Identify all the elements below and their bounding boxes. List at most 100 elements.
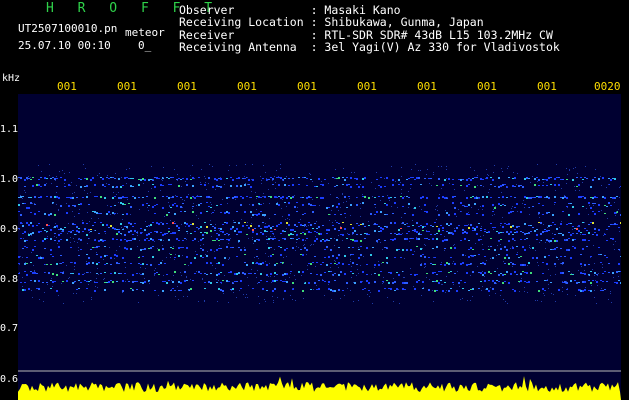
spectrogram-pixel — [420, 225, 422, 226]
spectrogram-pixel — [356, 234, 358, 235]
noise-pixel — [330, 194, 331, 195]
spectrogram-pixel — [356, 178, 358, 180]
spectrogram-pixel — [108, 227, 110, 228]
spectrogram-pixel — [516, 274, 518, 275]
noise-pixel — [23, 238, 24, 239]
noise-pixel — [438, 166, 439, 167]
spectrogram-pixel — [210, 273, 212, 274]
spectrogram-pixel — [264, 214, 266, 216]
spectrogram-pixel — [280, 254, 282, 256]
noise-pixel — [204, 300, 205, 301]
spectrogram-pixel — [182, 247, 184, 248]
spectrogram-pixel — [154, 231, 156, 232]
noise-pixel — [193, 203, 194, 204]
spectrogram-pixel — [26, 222, 28, 224]
spectrogram-pixel — [232, 179, 234, 181]
spectrogram-pixel — [608, 178, 610, 179]
spectrogram-pixel — [130, 248, 132, 250]
spectrogram-pixel — [218, 248, 220, 249]
spectrogram-pixel — [194, 257, 196, 259]
spectrogram-pixel — [488, 280, 490, 281]
spectrogram-pixel — [24, 186, 26, 187]
unit-label: kHz — [2, 73, 21, 84]
noise-pixel — [499, 241, 500, 242]
spectrogram-pixel — [322, 225, 324, 226]
noise-pixel — [127, 279, 128, 280]
spectrogram-pixel — [494, 207, 496, 209]
noise-pixel — [360, 265, 361, 266]
spectrogram-pixel — [522, 271, 524, 272]
spectrogram-pixel — [390, 288, 392, 290]
spectrogram-pixel — [306, 249, 308, 251]
spectrogram-pixel — [358, 257, 360, 259]
spectrogram-pixel — [166, 274, 168, 275]
spectrogram-plot[interactable] — [18, 94, 621, 400]
spectrogram-pixel — [448, 263, 450, 265]
spectrogram-pixel — [254, 273, 256, 274]
noise-pixel — [137, 231, 138, 232]
spectrogram-pixel — [502, 196, 504, 198]
noise-pixel — [265, 301, 266, 302]
noise-pixel — [602, 267, 603, 268]
spectrogram-pixel — [20, 177, 22, 179]
noise-pixel — [426, 230, 427, 231]
spectrogram-pixel — [512, 263, 514, 265]
noise-pixel — [83, 164, 84, 165]
noise-pixel — [73, 238, 74, 239]
spectrogram-pixel — [334, 273, 336, 274]
spectrogram-pixel — [174, 223, 176, 224]
noise-pixel — [311, 244, 312, 245]
noise-pixel — [121, 234, 122, 235]
spectrogram-pixel — [320, 264, 322, 265]
noise-pixel — [231, 290, 232, 291]
spectrogram-pixel — [94, 222, 96, 223]
spectrogram-pixel — [162, 290, 164, 292]
spectrogram-pixel — [180, 282, 182, 284]
spectrogram-pixel — [498, 240, 500, 241]
spectrogram-pixel — [362, 178, 364, 180]
spectrogram-pixel — [386, 204, 388, 206]
spectrogram-pixel — [570, 274, 572, 275]
spectrogram-pixel — [200, 196, 202, 197]
noise-pixel — [342, 194, 343, 195]
noise-pixel — [261, 180, 262, 181]
spectrogram-pixel — [236, 185, 238, 187]
spectrogram-pixel — [60, 272, 62, 273]
spectrogram-pixel — [418, 177, 420, 179]
spectrogram-pixel — [518, 281, 520, 282]
spectrogram-pixel — [468, 184, 470, 185]
spectrogram-pixel — [578, 184, 580, 186]
spectrogram-pixel — [434, 234, 436, 235]
spectrogram-pixel — [222, 264, 224, 266]
spectrogram-pixel — [434, 264, 436, 265]
spectrogram-pixel — [446, 223, 448, 225]
spectrogram-pixel — [480, 228, 482, 229]
noise-pixel — [387, 247, 388, 248]
spectrogram-pixel — [506, 197, 508, 198]
spectrogram-pixel — [348, 196, 350, 197]
noise-pixel — [316, 221, 317, 222]
noise-pixel — [344, 295, 345, 296]
spectrogram-pixel — [34, 280, 36, 282]
spectrogram-pixel — [296, 226, 298, 227]
spectrogram-pixel — [592, 222, 594, 224]
spectrogram-pixel — [250, 273, 252, 274]
spectrogram-pixel — [336, 257, 338, 259]
spectrogram-pixel — [606, 281, 608, 282]
spectrogram-pixel — [270, 177, 272, 178]
noise-pixel — [493, 229, 494, 230]
spectrogram-pixel — [118, 229, 120, 230]
spectrogram-pixel — [118, 197, 120, 199]
noise-pixel — [272, 296, 273, 297]
spectrogram-pixel — [318, 288, 320, 290]
spectrogram-pixel — [362, 202, 364, 204]
spectrogram-pixel — [590, 271, 592, 272]
spectrogram-pixel — [444, 282, 446, 283]
noise-pixel — [259, 303, 260, 304]
spectrogram-pixel — [24, 282, 26, 283]
spectrogram-pixel — [18, 204, 20, 206]
spectrogram-pixel — [468, 214, 470, 215]
spectrogram-pixel — [458, 179, 460, 180]
spectrogram-pixel — [216, 238, 218, 240]
spectrogram-pixel — [168, 197, 170, 199]
